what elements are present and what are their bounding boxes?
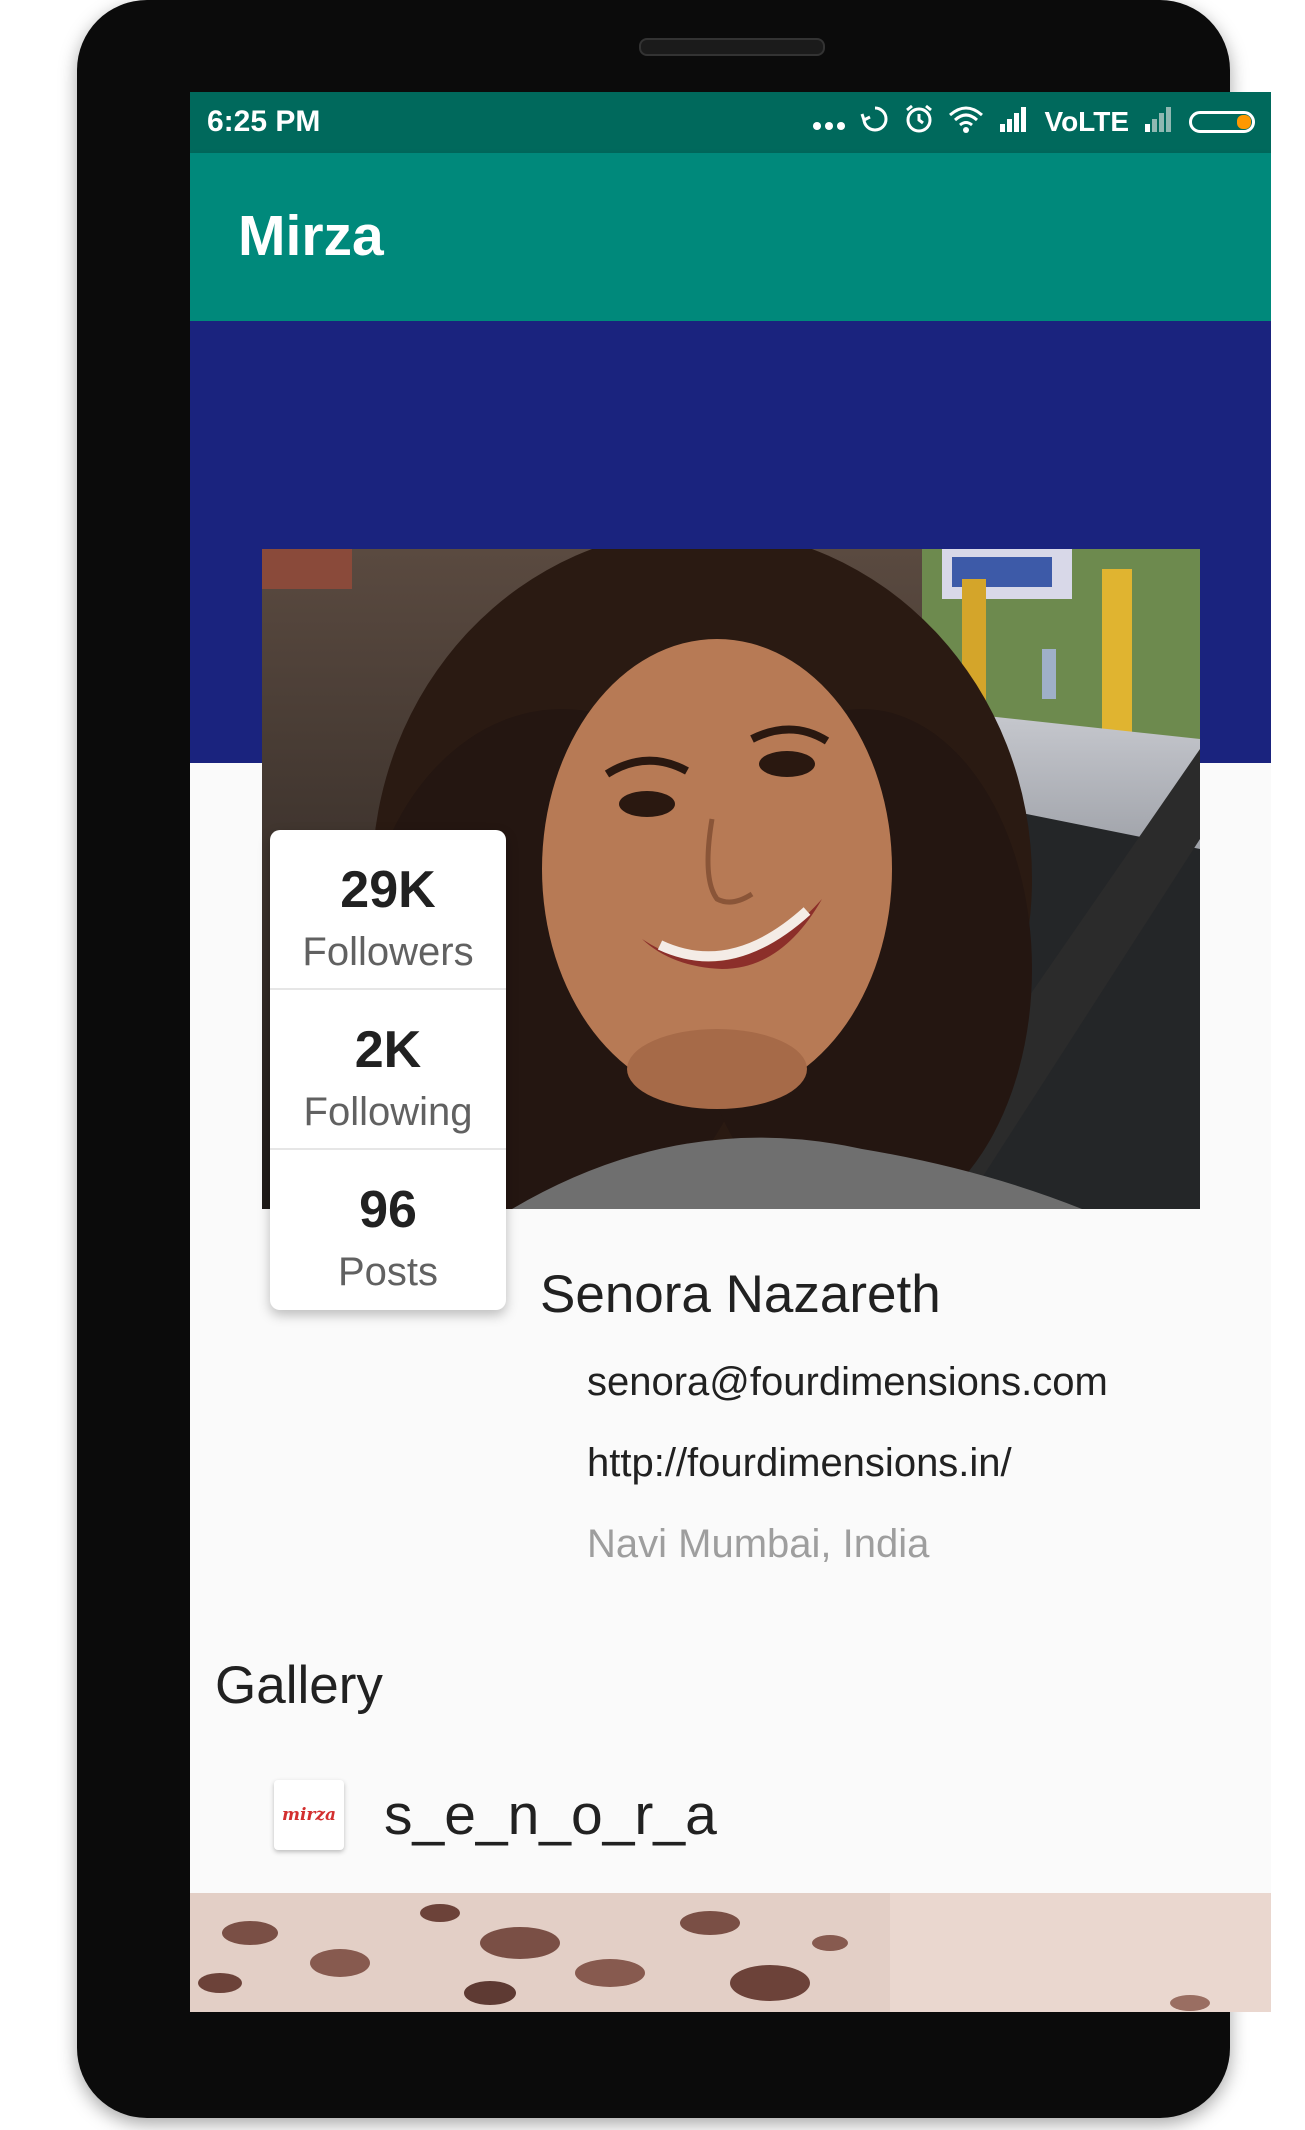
more-dots-icon [812, 106, 846, 138]
stat-followers[interactable]: 29K Followers [270, 830, 506, 987]
stat-following[interactable]: 2K Following [270, 990, 506, 1147]
battery-icon [1189, 111, 1255, 133]
gallery-avatar[interactable]: mirza [274, 1780, 344, 1850]
stat-following-label: Following [303, 1090, 473, 1134]
signal-icon [998, 106, 1030, 139]
profile-location: Navi Mumbai, India [587, 1522, 930, 1566]
network-label: VoLTE [1044, 106, 1129, 137]
sync-icon [860, 104, 890, 141]
screen: 6:25 PM VoLTE Mirza 29K Followers 2K Fol… [190, 92, 1271, 2012]
alarm-icon [904, 104, 934, 141]
app-title: Mirza [238, 204, 384, 268]
stat-following-value: 2K [354, 1021, 422, 1079]
battery-level [1237, 115, 1251, 129]
gallery-username[interactable]: s_e_n_o_r_a [384, 1782, 717, 1848]
signal-weak-icon [1143, 106, 1175, 139]
stats-card: 29K Followers 2K Following 96 Posts [270, 830, 506, 1310]
phone-frame: 6:25 PM VoLTE Mirza 29K Followers 2K Fol… [77, 0, 1271, 2118]
app-bar: Mirza [190, 153, 1271, 321]
gallery-image-picture [190, 1893, 1271, 2012]
gallery-image[interactable] [190, 1893, 1271, 2012]
stat-followers-value: 29K [340, 861, 436, 919]
gallery-avatar-logo: mirza [281, 1805, 337, 1825]
profile-name: Senora Nazareth [540, 1265, 941, 1324]
status-time: 6:25 PM [207, 105, 321, 138]
stat-posts-value: 96 [359, 1181, 417, 1239]
phone-speaker [639, 38, 825, 56]
wifi-icon [948, 105, 984, 140]
profile-website[interactable]: http://fourdimensions.in/ [587, 1441, 1012, 1486]
gallery-title: Gallery [215, 1656, 383, 1715]
stat-followers-label: Followers [302, 930, 474, 974]
stat-posts-label: Posts [337, 1250, 439, 1294]
stat-posts[interactable]: 96 Posts [270, 1150, 506, 1307]
profile-email[interactable]: senora@fourdimensions.com [587, 1360, 1108, 1405]
status-icons: VoLTE [812, 102, 1255, 142]
status-bar: 6:25 PM VoLTE [190, 92, 1271, 153]
gallery-post-header[interactable]: mirza s_e_n_o_r_a [274, 1779, 717, 1851]
